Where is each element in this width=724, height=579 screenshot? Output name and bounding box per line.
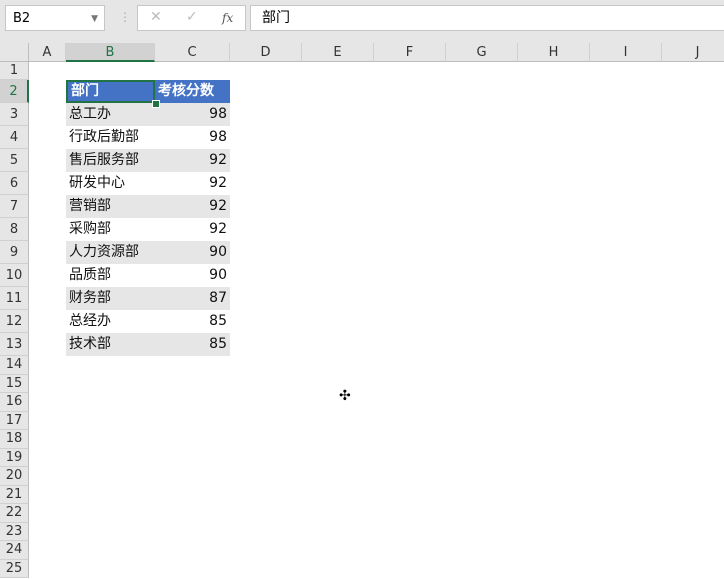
score-cell[interactable]: 87 — [155, 287, 230, 310]
row-header-20[interactable]: 20 — [0, 467, 29, 486]
row-header-5[interactable]: 5 — [0, 149, 29, 172]
fill-handle[interactable] — [152, 100, 160, 108]
column-header-F[interactable]: F — [374, 43, 446, 62]
row-header-13[interactable]: 13 — [0, 333, 29, 356]
score-cell[interactable]: 85 — [155, 310, 230, 333]
chevron-down-icon[interactable]: ▼ — [91, 6, 98, 32]
insert-function-icon[interactable]: fx — [222, 11, 233, 25]
score-cell[interactable]: 90 — [155, 241, 230, 264]
row-header-10[interactable]: 10 — [0, 264, 29, 287]
formula-bar-area: B2 ▼ ⋮ ✕ ✓ fx 部门 — [0, 0, 724, 43]
column-header-E[interactable]: E — [302, 43, 374, 62]
enter-icon[interactable]: ✓ — [186, 9, 198, 25]
header-cell-score[interactable]: 考核分数 — [155, 80, 230, 103]
row-header-22[interactable]: 22 — [0, 504, 29, 523]
column-header-J[interactable]: J — [662, 43, 724, 62]
row-header-16[interactable]: 16 — [0, 393, 29, 412]
row-header-4[interactable]: 4 — [0, 126, 29, 149]
formula-input[interactable]: 部门 — [250, 5, 724, 31]
cancel-icon[interactable]: ✕ — [150, 9, 162, 25]
department-cell[interactable]: 品质部 — [66, 264, 155, 287]
cursor-icon: ✣ — [339, 388, 351, 404]
row-header-23[interactable]: 23 — [0, 522, 29, 541]
score-cell[interactable]: 92 — [155, 218, 230, 241]
department-cell[interactable]: 人力资源部 — [66, 241, 155, 264]
score-cell[interactable]: 85 — [155, 333, 230, 356]
row-header-21[interactable]: 21 — [0, 485, 29, 504]
row-header-7[interactable]: 7 — [0, 195, 29, 218]
row-header-6[interactable]: 6 — [0, 172, 29, 195]
row-header-24[interactable]: 24 — [0, 541, 29, 560]
department-cell[interactable]: 财务部 — [66, 287, 155, 310]
column-header-D[interactable]: D — [230, 43, 302, 62]
row-header-15[interactable]: 15 — [0, 374, 29, 393]
row-header-1[interactable]: 1 — [0, 62, 29, 80]
row-header-25[interactable]: 25 — [0, 559, 29, 578]
name-box-value: B2 — [13, 11, 31, 26]
column-header-C[interactable]: C — [155, 43, 230, 62]
row-header-12[interactable]: 12 — [0, 310, 29, 333]
row-header-11[interactable]: 11 — [0, 287, 29, 310]
row-header-8[interactable]: 8 — [0, 218, 29, 241]
select-all-button[interactable] — [0, 43, 29, 62]
column-header-H[interactable]: H — [518, 43, 590, 62]
column-header-G[interactable]: G — [446, 43, 518, 62]
score-cell[interactable]: 92 — [155, 149, 230, 172]
row-header-14[interactable]: 14 — [0, 356, 29, 375]
row-header-2[interactable]: 2 — [0, 80, 29, 103]
department-cell[interactable]: 技术部 — [66, 333, 155, 356]
department-cell[interactable]: 采购部 — [66, 218, 155, 241]
department-cell[interactable]: 研发中心 — [66, 172, 155, 195]
department-cell[interactable]: 总工办 — [66, 103, 155, 126]
name-box[interactable]: B2 ▼ — [5, 5, 105, 31]
row-header-17[interactable]: 17 — [0, 411, 29, 430]
department-cell[interactable]: 行政后勤部 — [66, 126, 155, 149]
column-header-B[interactable]: B — [66, 43, 155, 62]
department-cell[interactable]: 总经办 — [66, 310, 155, 333]
score-cell[interactable]: 92 — [155, 172, 230, 195]
row-header-18[interactable]: 18 — [0, 430, 29, 449]
row-header-19[interactable]: 19 — [0, 448, 29, 467]
row-header-3[interactable]: 3 — [0, 103, 29, 126]
score-cell[interactable]: 98 — [155, 126, 230, 149]
column-header-I[interactable]: I — [590, 43, 662, 62]
drag-handle-icon[interactable]: ⋮ — [119, 10, 131, 24]
department-cell[interactable]: 售后服务部 — [66, 149, 155, 172]
header-cell-department[interactable]: 部门 — [66, 80, 155, 103]
department-cell[interactable]: 营销部 — [66, 195, 155, 218]
row-header-9[interactable]: 9 — [0, 241, 29, 264]
column-header-A[interactable]: A — [29, 43, 66, 62]
score-cell[interactable]: 90 — [155, 264, 230, 287]
score-cell[interactable]: 98 — [155, 103, 230, 126]
formula-buttons: ✕ ✓ fx — [137, 5, 246, 31]
score-cell[interactable]: 92 — [155, 195, 230, 218]
